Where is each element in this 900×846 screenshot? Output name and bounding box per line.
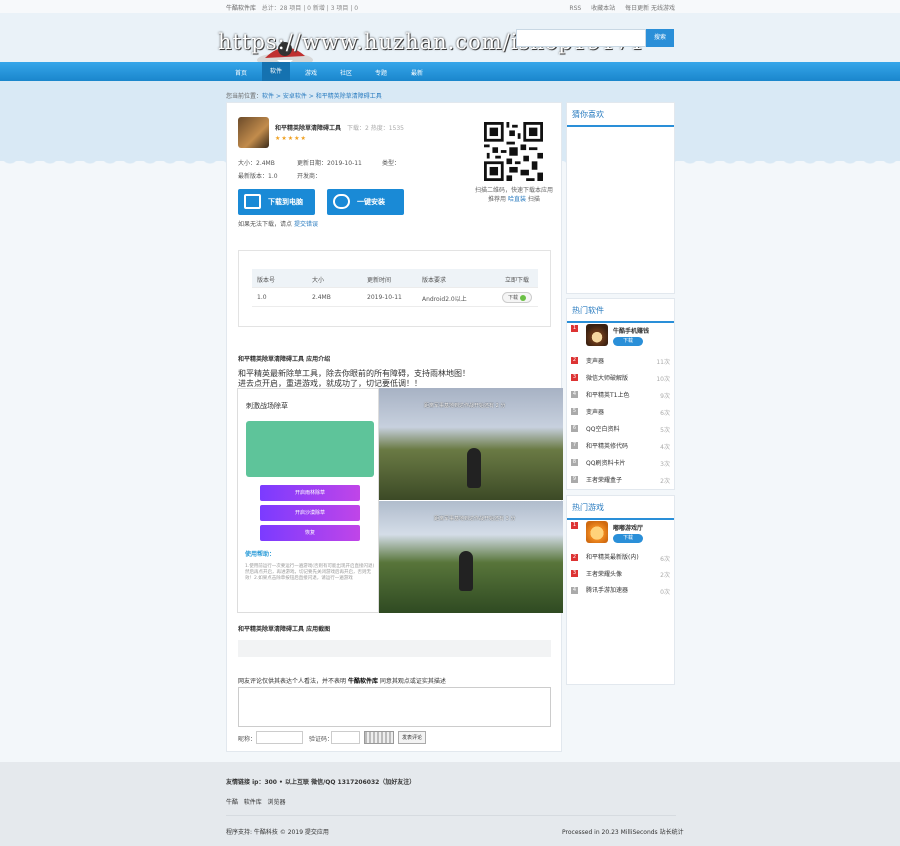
nav-latest[interactable]: 最新 [411, 68, 423, 77]
list-item[interactable]: 和平精英最新版(内) [586, 552, 639, 561]
game-app-icon [586, 521, 608, 543]
qr-app-link[interactable]: 哈直装 [508, 196, 526, 203]
app-title: 和平精英除草清障碍工具 [275, 125, 342, 132]
nav-home[interactable]: 首页 [235, 68, 247, 77]
app-type: 类型： [382, 160, 401, 167]
footer-link[interactable]: 浏览器 [268, 799, 286, 806]
app-developer: 开发商： [297, 173, 322, 180]
hot-game-top-name[interactable]: 嘟嘟游戏厅 [613, 523, 643, 532]
list-item[interactable]: 和平精英T1上色 [586, 390, 629, 399]
captcha-input[interactable] [331, 731, 360, 744]
list-item[interactable]: 王者荣耀头像 [586, 569, 622, 578]
guess-title: 猜你喜欢 [567, 103, 674, 127]
screenshot-strip [238, 640, 551, 657]
intro-title: 和平精英除草清障碍工具 应用介绍 [238, 356, 331, 363]
rating-stars: ★★★★★ [275, 135, 307, 142]
daily-update-link[interactable]: 每日更新 无线游戏 [625, 5, 675, 12]
app-icon [238, 117, 269, 148]
main-content: 和平精英除草清障碍工具 下载：2 热度：1535 ★★★★★ 大小：2.4MB … [226, 102, 563, 752]
breadcrumb: 您当前位置：软件 > 安卓软件 > 和平精英除草清障碍工具 [226, 93, 382, 100]
app-date: 更新日期：2019-10-11 [297, 160, 362, 167]
footer: 友情链接 ip：300 • 以上互联 微信/QQ 1317206032（加好友注… [0, 762, 900, 846]
search-input[interactable] [516, 29, 646, 47]
nickname-label: 昵称： [238, 736, 257, 743]
comment-notice: 网友评论仅供其表达个人看法，并不表明 牛酷软件库 同意其观点或证实其描述 [238, 678, 446, 685]
nav-community[interactable]: 社区 [340, 68, 352, 77]
game-screenshot-2: 距离军事基地到达作战开始还有 3 分 [379, 501, 563, 613]
character-figure [459, 551, 473, 591]
qr-caption: 扫描二维码，快速下载本应用 [474, 187, 553, 194]
monitor-icon [244, 194, 261, 209]
nav-software[interactable]: 软件 [262, 62, 291, 81]
cloud-icon [333, 194, 350, 209]
friend-links-title: 友情链接 ip：300 • 以上互联 微信/QQ 1317206032（加好友注… [226, 779, 416, 786]
restore-button: 恢复 [260, 525, 360, 541]
hot-software-top-download[interactable]: 下载 [613, 337, 643, 346]
captcha-label: 验证码： [309, 736, 334, 743]
list-item[interactable]: 变声器 [586, 407, 604, 416]
captcha-image[interactable] [364, 731, 394, 744]
character-figure [467, 448, 481, 488]
app-size: 大小：2.4MB [238, 160, 275, 167]
list-item[interactable]: 和平精英修代码 [586, 441, 628, 450]
favorite-link[interactable]: 收藏本站 [591, 5, 615, 12]
app-ui-preview: 刺激战场除草 开启雨林除草 开启沙漠除草 恢复 使用帮助： 1.使用前运行一次要… [237, 388, 379, 613]
footer-divider [226, 815, 676, 816]
row-download-button[interactable]: 下载 [502, 292, 532, 303]
submit-comment-button[interactable]: 发表评论 [398, 731, 426, 744]
one-click-install-button[interactable]: 一键安装 [327, 189, 404, 215]
processed-time: Processed in 20.23 MilliSeconds 站长统计 [562, 829, 684, 836]
list-item[interactable]: 腾讯手游加速器 [586, 585, 628, 594]
app-screenshot: 刺激战场除草 开启雨林除草 开启沙漠除草 恢复 使用帮助： 1.使用前运行一次要… [237, 388, 563, 613]
download-arrow-icon [520, 294, 526, 301]
list-item[interactable]: 变声器 [586, 356, 604, 365]
nickname-input[interactable] [256, 731, 303, 744]
report-error-link[interactable]: 提交错误 [294, 221, 318, 228]
list-item[interactable]: 微信大师破解版 [586, 373, 628, 382]
table-row: 1.0 2.4MB 2019-10-11 Android2.0以上 下载 [252, 288, 538, 307]
footer-link[interactable]: 牛酷 [226, 799, 238, 806]
hot-software-title: 热门软件 [567, 299, 674, 323]
intro-text: 和平精英最新除草工具，除去你眼前的所有障碍，支持雨林地图！ 进去点开启，重进游戏… [238, 369, 470, 388]
footer-link[interactable]: 软件库 [244, 799, 262, 806]
qr-code [482, 120, 545, 183]
enable-desert-button: 开启沙漠除草 [260, 505, 360, 521]
top-bar: 牛酷软件库 总计：28 项目 | 0 新增 | 3 项目 | 0 RSS 收藏本… [0, 0, 900, 13]
enable-rainforest-button: 开启雨林除草 [260, 485, 360, 501]
list-item[interactable]: QQ刷资料卡片 [586, 458, 625, 467]
hot-game-top-download[interactable]: 下载 [613, 534, 643, 543]
nav-topics[interactable]: 专题 [375, 68, 387, 77]
map-preview [246, 421, 374, 477]
list-item[interactable]: QQ空白资料 [586, 424, 619, 433]
list-item[interactable]: 王者荣耀盒子 [586, 475, 622, 484]
hot-games-title: 热门游戏 [567, 496, 674, 520]
breadcrumb-path[interactable]: 软件 > 安卓软件 > 和平精英除草清障碍工具 [262, 93, 382, 100]
app-version: 最新版本：1.0 [238, 173, 278, 180]
hot-games-panel: 热门游戏 1 嘟嘟游戏厅 下载 2 和平精英最新版(内) 6次 3 王者荣耀头像 2次 … [566, 495, 675, 685]
site-name: 牛酷软件库 [226, 5, 257, 12]
cow-app-icon [586, 324, 608, 346]
screens-title: 和平精英除草清障碍工具 应用截图 [238, 626, 331, 633]
hot-software-top-name[interactable]: 牛酷手机赚钱 [613, 326, 649, 335]
copyright: 程序支持: 牛酷科技 © 2019 提交应用 [226, 829, 329, 836]
app-stats: 下载：2 热度：1535 [347, 125, 404, 132]
site-stats: 总计：28 项目 | 0 新增 | 3 项目 | 0 [261, 5, 359, 12]
version-table: 版本号 大小 更新时间 版本要求 立即下载 1.0 2.4MB 2019-10-… [238, 250, 551, 327]
search-button[interactable]: 搜索 [646, 29, 674, 47]
hot-software-panel: 热门软件 1 牛酷手机赚钱 下载 2 变声器 11次 3 微信大师破解版 10次 4 和平… [566, 298, 675, 490]
download-pc-button[interactable]: 下载到电脑 [238, 189, 315, 215]
main-nav: 首页 软件 游戏 社区 专题 最新 [0, 62, 900, 81]
rss-link[interactable]: RSS [569, 5, 581, 12]
nav-games[interactable]: 游戏 [305, 68, 317, 77]
comment-textarea[interactable] [238, 687, 551, 727]
table-header: 版本号 大小 更新时间 版本要求 立即下载 [252, 269, 538, 288]
game-screenshot-1: 距离军事基地到达作战开始还有 2 分 [379, 388, 563, 500]
guess-you-like-panel: 猜你喜欢 [566, 102, 675, 294]
